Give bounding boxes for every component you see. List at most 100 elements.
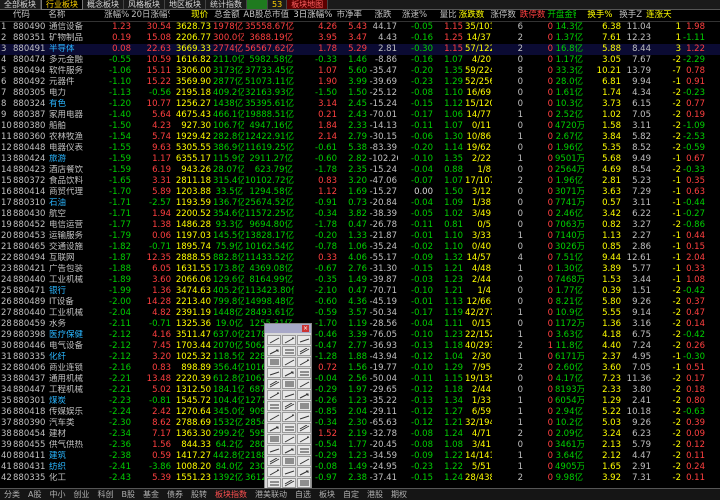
category-6[interactable]: 基金 — [143, 489, 159, 500]
down-arrow-icon[interactable] — [297, 390, 311, 400]
table-row[interactable]: 32880406商业连锁-2.160.83898.89356.4亿10162.7… — [0, 363, 720, 374]
table-row[interactable]: 25 880471 银行 -1.99 1.36 3474.63 405.2亿 113423.8… — [0, 286, 720, 297]
fibonacci-icon[interactable] — [267, 357, 281, 367]
table-row[interactable]: 27 880440 工业机械 -2.04 4.82 2391.19 1448亿 28493.6… — [0, 308, 720, 319]
column-header-2[interactable]: 名称 — [47, 10, 90, 21]
channel-icon[interactable] — [297, 346, 311, 356]
column-header-12[interactable]: 量比 — [428, 10, 458, 21]
tab-stat-index[interactable]: 统计指数 — [206, 0, 247, 9]
tab-all-sectors[interactable]: 全部板块 — [0, 0, 41, 9]
tab-region-sectors[interactable]: 地区板块 — [165, 0, 206, 9]
star-icon[interactable] — [267, 467, 281, 477]
table-row[interactable]: 30880446电气设备-2.127.451703.442070亿50625.0… — [0, 341, 720, 352]
lock-icon[interactable] — [267, 412, 281, 422]
table-row[interactable]: 24 880440 工业机械 -1.89 3.60 2066.06 129.6亿 8164.9… — [0, 275, 720, 286]
category-7[interactable]: 债券 — [167, 489, 183, 500]
circle-icon[interactable] — [297, 357, 311, 367]
column-header-7[interactable]: AB股总市值 — [241, 10, 290, 21]
column-header-15[interactable]: 跌停数 — [517, 10, 547, 21]
category-2[interactable]: 中小 — [49, 489, 65, 500]
column-header-18[interactable]: 换手Z — [613, 10, 643, 21]
column-header-1[interactable]: 代码 — [12, 10, 48, 21]
column-header-4[interactable]: 20日涨幅% — [130, 10, 169, 21]
table-row[interactable]: 4 880474 多元金融 -0.55 10.59 1616.82 211.0亿 5982.5… — [0, 55, 720, 66]
table-row[interactable]: 15 880372 食品饮料 -1.65 3.31 2811.18 315.4亿 10102.… — [0, 176, 720, 187]
toolbox-titlebar[interactable]: × — [265, 324, 311, 333]
column-header-8[interactable]: 3日涨幅% — [290, 10, 333, 21]
line-icon[interactable] — [267, 335, 281, 345]
table-row[interactable]: 20 880453 运输服务 -1.79 0.06 1197.03 145.5亿 13828.… — [0, 231, 720, 242]
pencil-icon[interactable] — [297, 445, 311, 455]
category-15[interactable]: 期权 — [391, 489, 407, 500]
category-4[interactable]: 科创 — [97, 489, 113, 500]
wave-icon[interactable] — [297, 379, 311, 389]
column-header-20[interactable] — [673, 10, 697, 21]
column-header-0[interactable] — [0, 10, 12, 21]
category-3[interactable]: 创业 — [73, 489, 89, 500]
column-header-21[interactable] — [696, 10, 720, 21]
column-header-3[interactable]: 涨幅% — [91, 10, 130, 21]
table-row[interactable]: 9 880387 家用电器 -1.40 5.64 4675.43 466.1亿 19888.5… — [0, 110, 720, 121]
box-icon[interactable] — [282, 456, 296, 466]
table-row[interactable]: 17 880310 石油 -1.71 -2.57 1193.59 136.7亿 25674.5… — [0, 198, 720, 209]
column-header-19[interactable]: 连涨天 — [643, 10, 673, 21]
table-row[interactable]: 10 880380 船舶 -1.50 4.23 927.30 106.7亿 4947.16亿 1… — [0, 121, 720, 132]
table-row[interactable]: 40880411建筑-2.380.591417.27442.8亿21884.61… — [0, 451, 720, 462]
table-row[interactable]: 33880437通用机械-2.2113.482220.39612.8亿10678… — [0, 374, 720, 385]
table-row[interactable]: 31880335化纤-2.123.201025.32118.5亿2283.52亿… — [0, 352, 720, 363]
drawing-toolbox[interactable]: × — [264, 323, 312, 495]
table-row[interactable]: 23 880421 广告包装 -1.88 6.05 1631.55 173.8亿 4369.0… — [0, 264, 720, 275]
fan-icon[interactable] — [267, 456, 281, 466]
hand-icon[interactable] — [267, 478, 281, 488]
column-header-14[interactable]: 涨停数 — [485, 10, 517, 21]
category-9[interactable]: 板块指数 — [215, 489, 247, 500]
table-row[interactable]: 16 880414 商贸代理 -1.70 5.89 1203.88 33.5亿 1294.58… — [0, 187, 720, 198]
rect-icon[interactable] — [267, 368, 281, 378]
speed-line-icon[interactable] — [267, 423, 281, 433]
table-row[interactable]: 38880454建材-2.347.171363.30299.2亿5955.15亿… — [0, 429, 720, 440]
category-0[interactable]: 分类 — [4, 489, 20, 500]
table-row[interactable]: 8 880324 有色 -1.20 10.77 1256.27 1438亿 35395.61亿… — [0, 99, 720, 110]
table-row[interactable]: 37880390汽车类-2.308.622788.691532亿28543.51… — [0, 418, 720, 429]
table-row[interactable]: 21 880465 交通设施 -1.82 -0.71 1895.74 75.9亿 10162.… — [0, 242, 720, 253]
table-row[interactable]: 39880455供气供热-2.361.56844.3364.2亿2803.65亿… — [0, 440, 720, 451]
cross-icon[interactable] — [267, 401, 281, 411]
triangle-icon[interactable] — [297, 368, 311, 378]
text-icon[interactable] — [267, 379, 281, 389]
label-icon[interactable] — [297, 434, 311, 444]
ruler-icon[interactable] — [267, 445, 281, 455]
table-row[interactable]: 22 880494 互联网 -1.87 12.35 2888.55 882.8亿 11433.… — [0, 253, 720, 264]
table-row[interactable]: 19 880452 电信运营 -1.77 1.38 1486.28 93.3亿 9694.80… — [0, 220, 720, 231]
tab-concept-sectors[interactable]: 概念板块 — [83, 0, 124, 9]
pitchfork-icon[interactable] — [267, 434, 281, 444]
parallel-icon[interactable] — [282, 346, 296, 356]
erase-icon[interactable] — [297, 401, 311, 411]
table-row[interactable]: 12 880448 电器仪表 -1.55 9.63 5305.55 386.9亿 11619.… — [0, 143, 720, 154]
category-13[interactable]: 自定 — [343, 489, 359, 500]
category-1[interactable]: A股 — [28, 489, 41, 500]
table-row[interactable]: 6 880492 元器件 -1.10 15.22 3569.90 2877亿 51073.11… — [0, 77, 720, 88]
category-10[interactable]: 港美联动 — [255, 489, 287, 500]
column-header-6[interactable]: 总金额 — [209, 10, 241, 21]
table-row[interactable]: 1 880490 通信设备 1.23 30.54 3628.73 1978亿 35558.67… — [0, 22, 720, 33]
tab-sector-map[interactable]: 板块地图 — [287, 0, 329, 9]
price-mark-icon[interactable] — [267, 390, 281, 400]
trend-icon[interactable] — [282, 434, 296, 444]
cycle-icon[interactable] — [282, 379, 296, 389]
grid-icon[interactable] — [282, 401, 296, 411]
up-arrow-icon[interactable] — [282, 390, 296, 400]
table-row[interactable]: 36880418传媒娱乐-2.242.421270.64345.0亿9096.4… — [0, 407, 720, 418]
table-row[interactable]: 11 880360 农林牧渔 -1.54 5.74 1929.42 282.8亿 12422.… — [0, 132, 720, 143]
column-header-9[interactable]: 市净率 — [333, 10, 363, 21]
table-row[interactable]: 5 880494 软件服务 -1.06 15.11 3306.00 3173亿 37733.4… — [0, 66, 720, 77]
table-row[interactable]: 2 880351 矿物制品 0.19 15.08 2206.77 300.0亿 3688.19… — [0, 33, 720, 44]
column-header-17[interactable]: 换手% — [576, 10, 613, 21]
segment-icon[interactable] — [297, 335, 311, 345]
table-row[interactable]: 29880398医疗保健-2.124.163511.47637.0亿21783.… — [0, 330, 720, 341]
table-row[interactable]: 13 880424 旅游 -1.59 1.17 6355.17 115.9亿 2911.27亿… — [0, 154, 720, 165]
column-header-10[interactable]: 涨跌 — [363, 10, 393, 21]
table-row[interactable]: 7 880305 电力 -1.13 -0.56 2195.18 409.2亿 32163.93… — [0, 88, 720, 99]
regression-icon[interactable] — [297, 423, 311, 433]
table-row[interactable]: 26 880489 IT设备 -2.00 14.28 2213.40 799.8亿 14998… — [0, 297, 720, 308]
table-row[interactable]: 41880431纺织-2.41-3.861008.2084.0亿2309.94亿… — [0, 462, 720, 473]
